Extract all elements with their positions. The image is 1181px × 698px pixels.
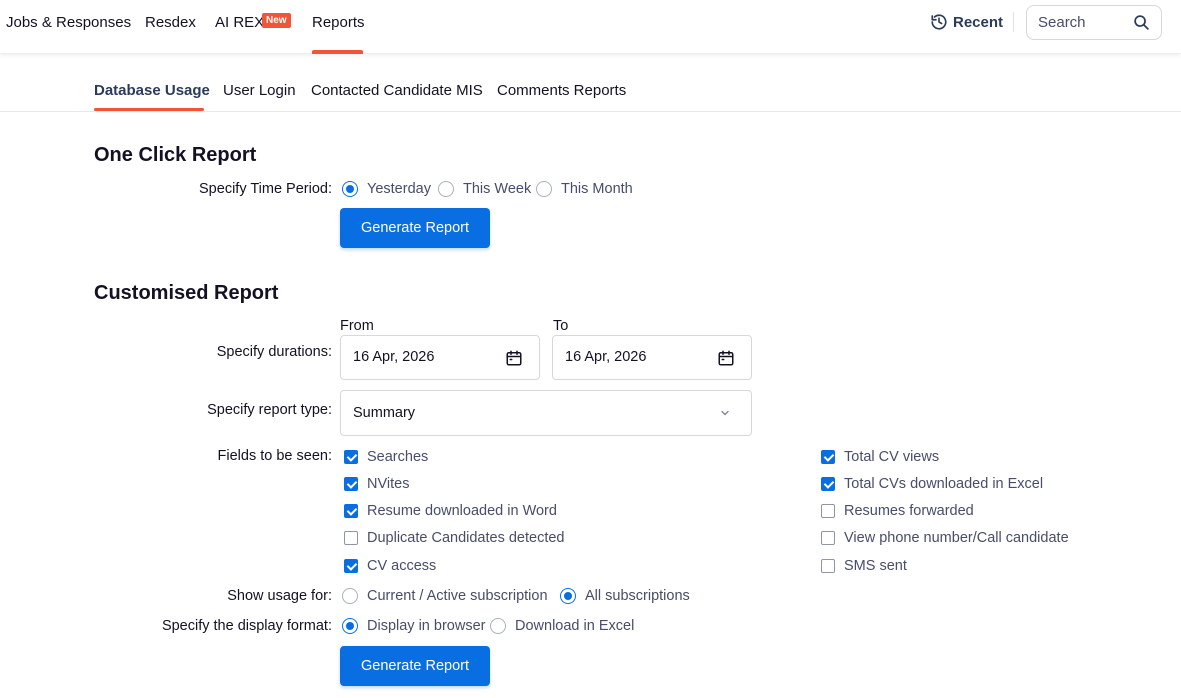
radio-indicator [342, 181, 358, 197]
checkbox-duplicate-candidates[interactable]: Duplicate Candidates detected [344, 528, 565, 548]
radio-yesterday[interactable]: Yesterday [342, 179, 431, 199]
checkbox-label: Duplicate Candidates detected [367, 530, 565, 546]
checkbox-label: NVites [367, 476, 410, 492]
tab-user-login[interactable]: User Login [223, 82, 296, 99]
checkbox-cv-access[interactable]: CV access [344, 556, 436, 576]
tab-contacted-candidate-mis[interactable]: Contacted Candidate MIS [311, 82, 483, 99]
display-format-label: Specify the display format: [161, 618, 332, 634]
tab-database-usage[interactable]: Database Usage [94, 82, 210, 99]
from-label: From [340, 318, 374, 334]
fields-label: Fields to be seen: [217, 448, 332, 464]
radio-indicator [342, 618, 358, 634]
report-type-label: Specify report type: [207, 402, 332, 418]
search-placeholder: Search [1038, 14, 1086, 31]
durations-label: Specify durations: [216, 344, 332, 360]
generate-report-button-custom[interactable]: Generate Report [340, 646, 490, 686]
radio-current-subscription[interactable]: Current / Active subscription [342, 586, 548, 606]
radio-label: Display in browser [367, 618, 486, 634]
checkbox-searches[interactable]: Searches [344, 447, 428, 467]
checkbox-resume-downloaded-word[interactable]: Resume downloaded in Word [344, 501, 557, 521]
radio-indicator [342, 588, 358, 604]
checkbox-indicator [344, 504, 358, 518]
calendar-icon[interactable] [717, 349, 735, 367]
checkbox-label: CV access [367, 558, 437, 574]
radio-label: This Month [561, 181, 633, 197]
top-nav: Jobs & Responses Resdex AI REX New Repor… [0, 0, 1181, 54]
radio-indicator [536, 181, 552, 197]
checkbox-total-cvs-excel[interactable]: Total CVs downloaded in Excel [821, 474, 1043, 494]
checkbox-resumes-forwarded[interactable]: Resumes forwarded [821, 501, 974, 521]
report-subtabs: Database Usage User Login Contacted Cand… [0, 78, 1181, 112]
nav-resdex[interactable]: Resdex [145, 13, 196, 33]
tab-comments-reports[interactable]: Comments Reports [497, 82, 626, 99]
radio-label: Yesterday [367, 181, 431, 197]
checkbox-label: View phone number/Call candidate [844, 530, 1069, 546]
radio-display-in-browser[interactable]: Display in browser [342, 616, 485, 636]
radio-label: All subscriptions [585, 588, 690, 604]
usage-label: Show usage for: [227, 588, 332, 604]
search-input[interactable]: Search [1026, 5, 1162, 40]
customised-report-title: Customised Report [94, 282, 279, 304]
nav-reports[interactable]: Reports [312, 13, 365, 33]
radio-this-week[interactable]: This Week [438, 179, 531, 199]
radio-indicator [438, 181, 454, 197]
checkbox-label: Searches [367, 449, 429, 465]
checkbox-indicator [821, 450, 835, 464]
recent-label: Recent [953, 13, 1004, 31]
generate-report-button-quick[interactable]: Generate Report [340, 208, 490, 248]
from-date-field[interactable]: 16 Apr, 2026 [340, 335, 540, 380]
radio-indicator [560, 588, 576, 604]
radio-label: Download in Excel [515, 618, 635, 634]
one-click-report-title: One Click Report [94, 144, 257, 166]
subtab-active-indicator [94, 108, 204, 111]
nav-active-indicator [312, 50, 363, 54]
checkbox-label: Total CVs downloaded in Excel [844, 476, 1044, 492]
checkbox-nvites[interactable]: NVites [344, 474, 409, 494]
radio-label: Current / Active subscription [367, 588, 548, 604]
new-badge: New [262, 13, 291, 28]
checkbox-label: SMS sent [844, 558, 907, 574]
to-label: To [553, 318, 569, 334]
checkbox-sms-sent[interactable]: SMS sent [821, 556, 907, 576]
checkbox-indicator [821, 477, 835, 491]
nav-jobs-responses[interactable]: Jobs & Responses [6, 13, 131, 33]
history-icon [931, 14, 947, 30]
chevron-down-icon [721, 410, 729, 416]
report-type-value: Summary [353, 405, 416, 421]
checkbox-total-cv-views[interactable]: Total CV views [821, 447, 939, 467]
search-icon[interactable] [1133, 14, 1150, 31]
radio-indicator [490, 618, 506, 634]
checkbox-indicator [344, 559, 358, 573]
checkbox-indicator [821, 504, 835, 518]
nav-ai-rex[interactable]: AI REX [215, 13, 264, 33]
checkbox-view-phone-call[interactable]: View phone number/Call candidate [821, 528, 1069, 548]
checkbox-indicator [821, 559, 835, 573]
checkbox-indicator [821, 531, 835, 545]
checkbox-label: Resumes forwarded [844, 503, 974, 519]
radio-this-month[interactable]: This Month [536, 179, 633, 199]
checkbox-indicator [344, 531, 358, 545]
radio-label: This Week [463, 181, 532, 197]
checkbox-indicator [344, 477, 358, 491]
calendar-icon[interactable] [505, 349, 523, 367]
nav-divider [1013, 12, 1014, 32]
to-date-field[interactable]: 16 Apr, 2026 [552, 335, 752, 380]
to-date-value: 16 Apr, 2026 [565, 349, 647, 365]
from-date-value: 16 Apr, 2026 [353, 349, 435, 365]
report-type-select[interactable]: Summary [340, 390, 752, 436]
checkbox-label: Resume downloaded in Word [367, 503, 557, 519]
time-period-label: Specify Time Period: [199, 181, 332, 197]
radio-download-in-excel[interactable]: Download in Excel [490, 616, 634, 636]
checkbox-label: Total CV views [844, 449, 940, 465]
checkbox-indicator [344, 450, 358, 464]
recent-button[interactable]: Recent [930, 12, 1003, 32]
radio-all-subscriptions[interactable]: All subscriptions [560, 586, 690, 606]
